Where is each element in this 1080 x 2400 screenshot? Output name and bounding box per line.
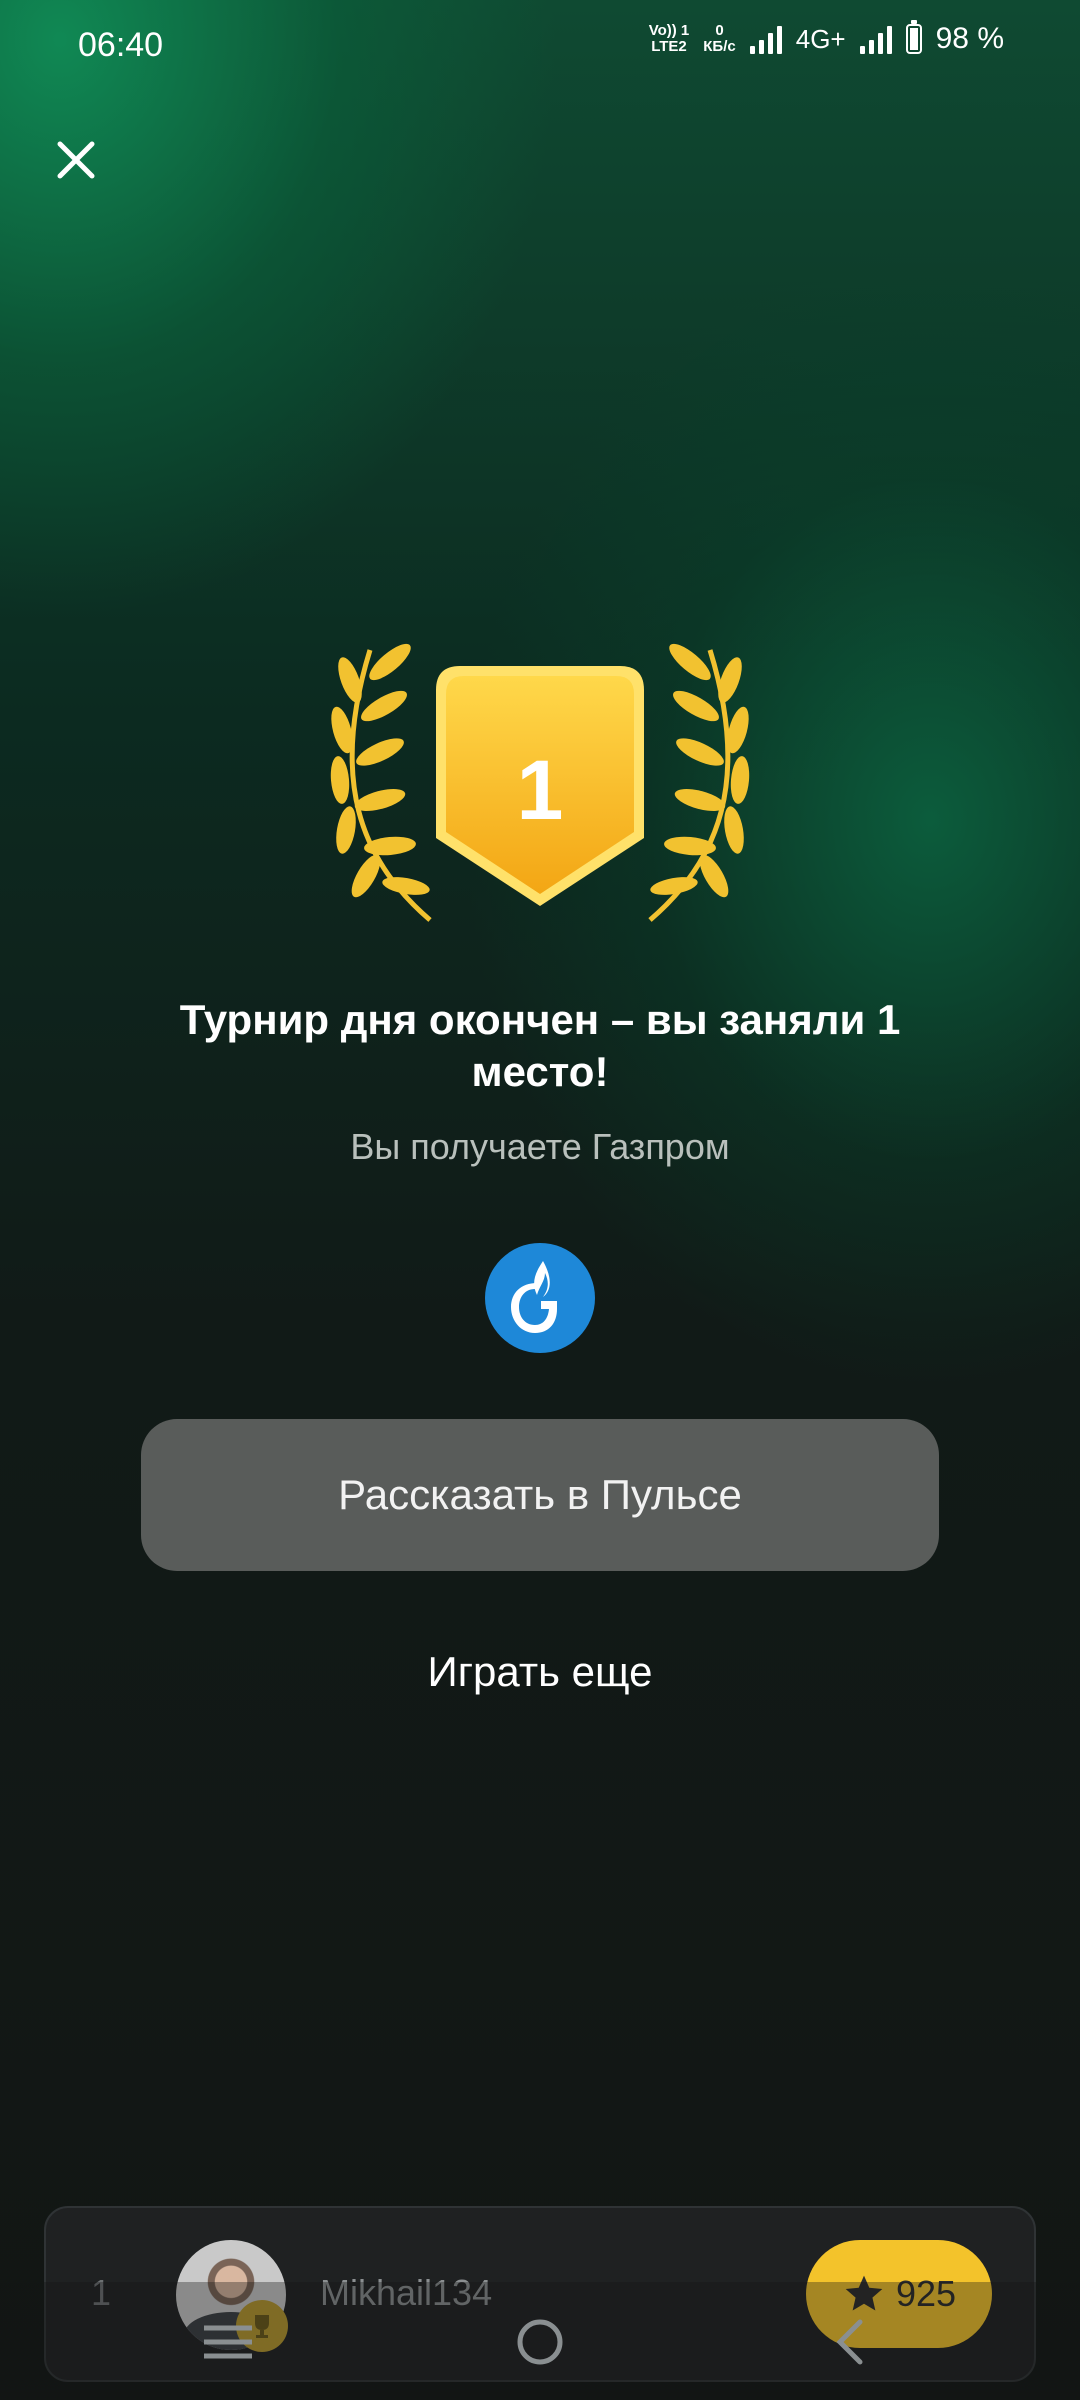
battery-icon	[905, 20, 922, 54]
system-nav-bar	[0, 2282, 1080, 2400]
gazprom-logo-icon	[485, 1243, 595, 1353]
close-icon	[57, 141, 95, 179]
battery-percent: 98 %	[935, 22, 1004, 55]
play-again-button[interactable]: Играть еще	[340, 1648, 740, 1696]
volte-indicator: Vo)) 1 LTE2	[648, 22, 690, 55]
home-circle-icon	[517, 2319, 563, 2365]
place-number: 1	[516, 743, 564, 837]
status-time: 06:40	[78, 26, 164, 64]
result-subtitle: Вы получаете Газпром	[350, 1126, 730, 1167]
nav-back-button[interactable]	[810, 2312, 890, 2372]
close-button[interactable]	[46, 130, 106, 190]
status-bar: 06:40 Vo)) 1 LTE2 0 КБ/с 4G+ 98 %	[0, 0, 1080, 90]
status-icons: Vo)) 1 LTE2 0 КБ/с 4G+ 98 %	[648, 20, 1004, 56]
award-badge: 1	[320, 640, 760, 940]
result-title: Турнир дня окончен – вы заняли 1 место!	[179, 996, 901, 1095]
signal-icon-2	[859, 24, 892, 54]
laurel-left-icon	[330, 643, 432, 922]
nav-home-button[interactable]	[500, 2312, 580, 2372]
medal-shield-icon: 1	[430, 660, 650, 910]
signal-icon	[749, 24, 782, 54]
nav-menu-button[interactable]	[188, 2312, 268, 2372]
laurel-right-icon	[648, 643, 750, 922]
back-chevron-icon	[836, 2319, 863, 2365]
network-type: 4G+	[795, 23, 846, 54]
menu-icon	[204, 2325, 252, 2359]
share-in-pulse-button[interactable]: Рассказать в Пульсе	[141, 1419, 939, 1571]
data-speed-indicator: 0 КБ/с	[703, 22, 736, 55]
